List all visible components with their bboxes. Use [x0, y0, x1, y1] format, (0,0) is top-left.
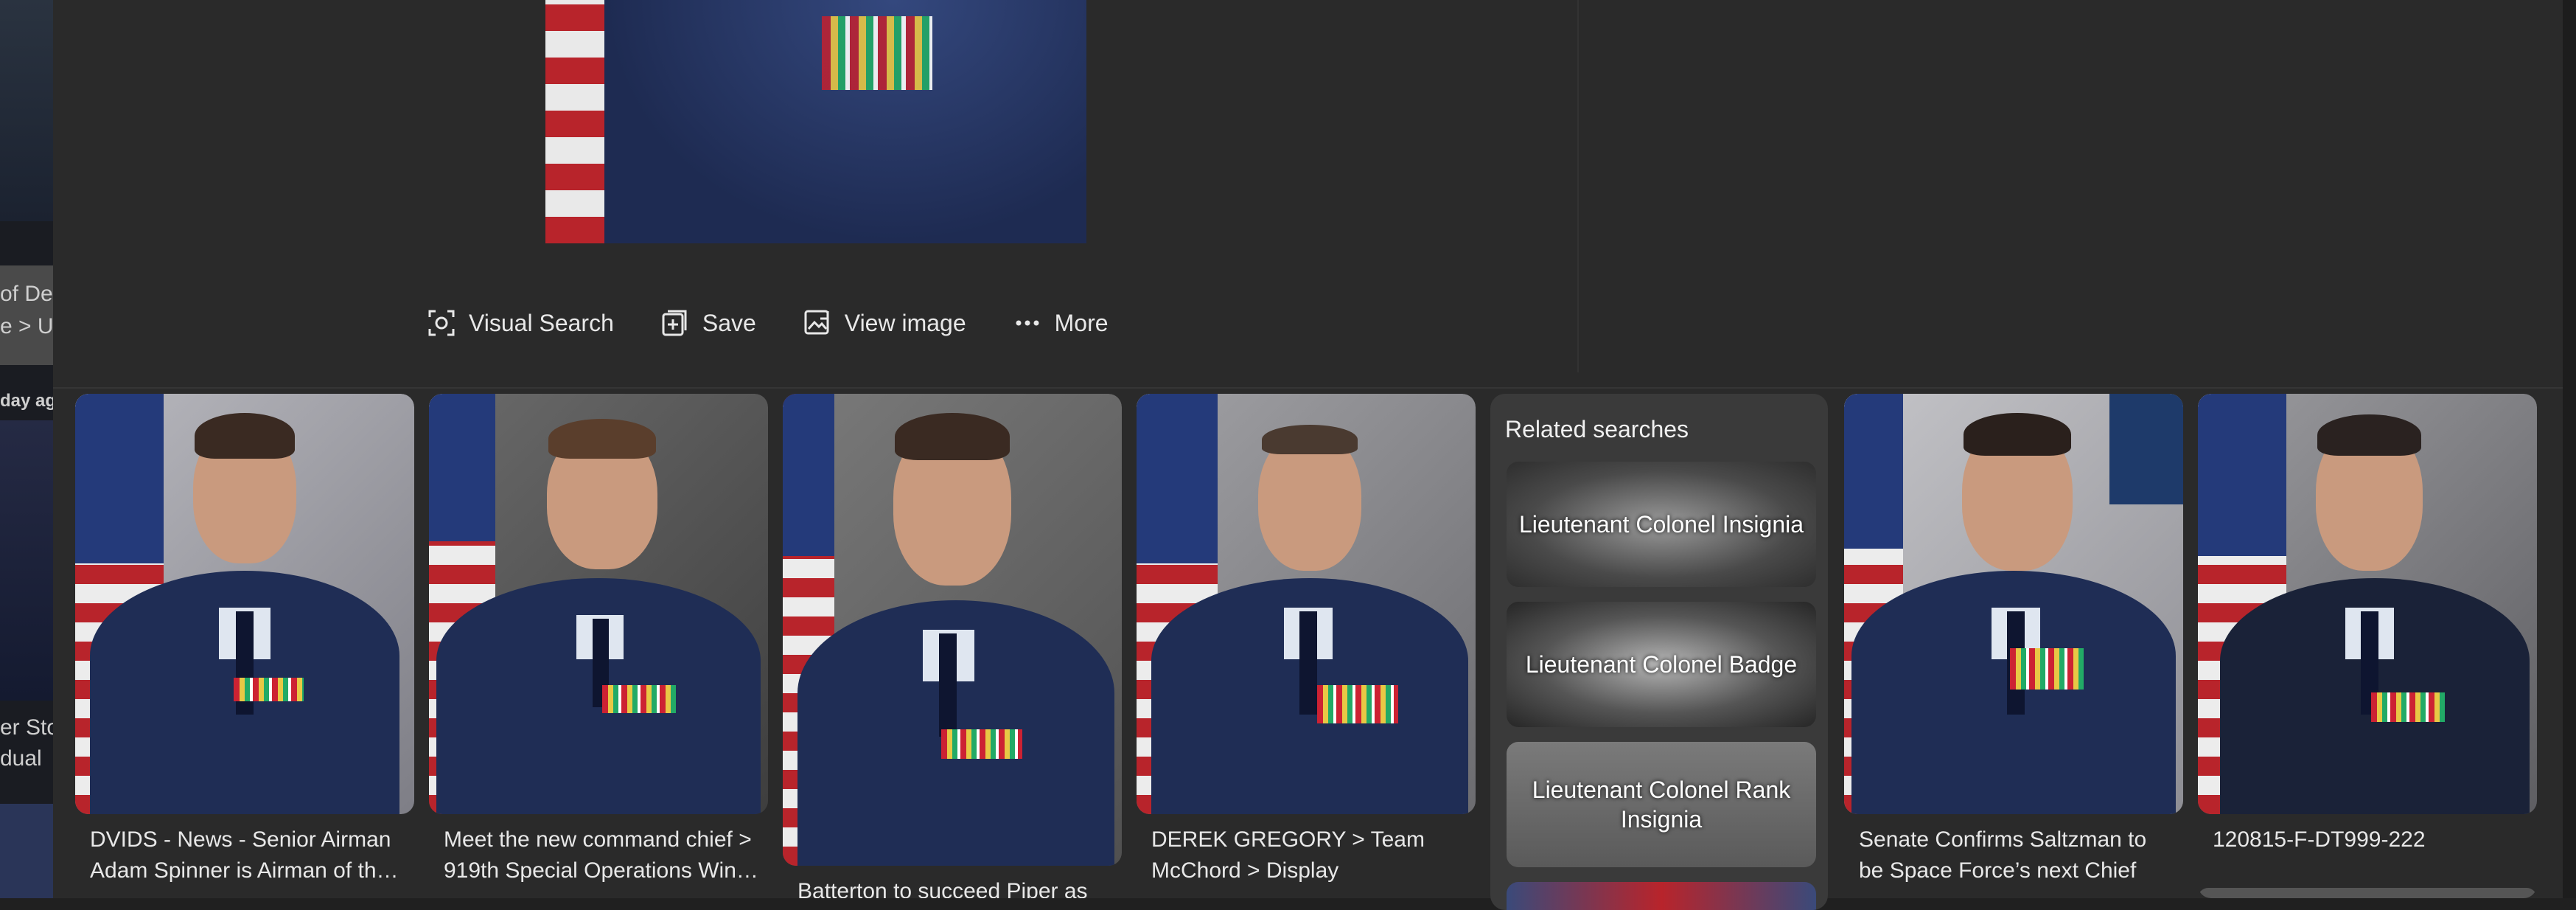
background-results-strip: of De e > U. day ag er Sto dual — [0, 0, 53, 898]
visual-search-label: Visual Search — [469, 309, 614, 336]
view-image-button[interactable]: View image — [802, 308, 966, 338]
related-search-item[interactable]: Lieutenant Colonel Badge — [1507, 602, 1816, 727]
result-caption[interactable]: 120815-F-DT999-222 — [2213, 824, 2530, 857]
related-searches-card: Related searches Lieutenant Colonel Insi… — [1490, 394, 1828, 910]
preview-image[interactable] — [545, 0, 1086, 243]
related-search-label: Lieutenant Colonel Rank Insignia — [1532, 777, 1791, 833]
result-image — [75, 394, 414, 814]
view-image-icon — [802, 308, 833, 338]
scrollbar[interactable] — [2563, 0, 2576, 898]
preview-actions-bar: Visual Search Save View image More — [426, 302, 1154, 344]
result-card[interactable]: Batterton to succeed Piper as — [783, 394, 1122, 898]
result-image — [1137, 394, 1476, 814]
result-image — [1844, 394, 2183, 814]
more-label: More — [1054, 309, 1109, 336]
save-add-icon — [660, 308, 691, 338]
related-search-label: Lieutenant Colonel Badge — [1525, 651, 1798, 678]
panel-divider — [1577, 0, 1579, 372]
related-search-item-partial[interactable] — [1507, 882, 1816, 910]
strip-text-4: er Sto — [0, 715, 53, 740]
result-card[interactable]: 120815-F-DT999-222 — [2198, 394, 2537, 898]
save-button[interactable]: Save — [660, 308, 756, 338]
strip-text-5: dual — [0, 746, 42, 771]
result-card[interactable]: Senate Confirms Saltzman to be Space For… — [1844, 394, 2183, 898]
result-card[interactable]: Meet the new command chief > 919th Speci… — [429, 394, 768, 898]
save-label: Save — [702, 309, 756, 336]
related-search-label: Lieutenant Colonel Insignia — [1518, 511, 1804, 538]
result-image — [429, 394, 768, 814]
related-search-item[interactable]: Lieutenant Colonel Rank Insignia — [1507, 742, 1816, 867]
visual-search-icon — [426, 308, 457, 338]
more-dots-icon — [1012, 308, 1043, 338]
visual-search-button[interactable]: Visual Search — [426, 308, 614, 338]
result-caption[interactable]: DVIDS - News - Senior Airman Adam Spinne… — [90, 824, 407, 891]
related-searches-title: Related searches — [1505, 416, 1689, 442]
result-card[interactable]: DEREK GREGORY > Team McChord > Display — [1137, 394, 1476, 898]
related-search-item[interactable]: Lieutenant Colonel Insignia — [1507, 462, 1816, 587]
strip-text-1: of De — [0, 282, 53, 306]
result-image — [2198, 394, 2537, 814]
result-card[interactable]: DVIDS - News - Senior Airman Adam Spinne… — [75, 394, 414, 898]
result-caption[interactable]: Batterton to succeed Piper as — [797, 876, 1114, 898]
strip-text-3: day ag — [0, 391, 53, 411]
strip-text-2: e > U. — [0, 314, 53, 338]
view-image-label: View image — [844, 309, 966, 336]
result-caption[interactable]: DEREK GREGORY > Team McChord > Display — [1151, 824, 1468, 891]
result-caption[interactable]: Senate Confirms Saltzman to be Space For… — [1859, 824, 2176, 891]
result-image — [783, 394, 1122, 866]
results-row-divider — [53, 387, 2563, 389]
next-result-image-partial[interactable] — [2198, 888, 2537, 898]
more-button[interactable]: More — [1012, 308, 1109, 338]
result-caption[interactable]: Meet the new command chief > 919th Speci… — [444, 824, 761, 891]
